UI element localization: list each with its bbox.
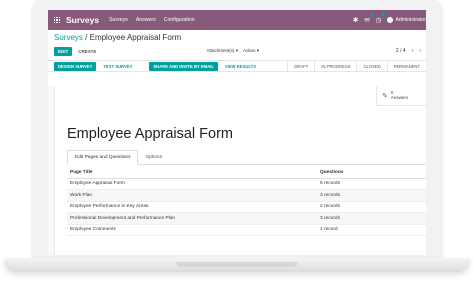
avatar — [387, 17, 394, 23]
tab-edit-pages[interactable]: Edit Pages and Questions — [67, 150, 139, 165]
pager: 2 / 4 ‹ › — [396, 48, 421, 54]
activity-badge: · — [382, 13, 386, 17]
clock-icon[interactable]: ◷ · — [376, 13, 386, 24]
menu-configuration[interactable]: Configuration — [164, 17, 195, 23]
form-sheet: ✎ 0 Answers Employee Appraisal Form Edit… — [54, 86, 426, 255]
page-title-cell: Employee Appraisal Form — [67, 178, 317, 190]
apps-menu-icon[interactable] — [48, 10, 66, 30]
stage-selector: DRAFT IN PROGRESS CLOSED PERMANENT — [287, 60, 426, 72]
table-row[interactable]: Employee Appraisal Form 5 records — [67, 178, 426, 190]
menu-surveys[interactable]: Surveys — [109, 17, 128, 23]
table-row[interactable]: Employee Comments 1 record — [67, 224, 426, 236]
table-row[interactable]: Professional Development and Performance… — [67, 212, 426, 225]
table-row[interactable]: Work Plan 3 records — [67, 189, 426, 202]
chat-icon[interactable]: ✉ · — [364, 13, 374, 24]
pages-table: Page Title Questions Employee Appraisal … — [67, 168, 426, 236]
pager-previous-icon[interactable]: ‹ — [412, 48, 414, 54]
share-invite-button[interactable]: SHARE AND INVITE BY EMAIL — [149, 61, 218, 71]
questions-cell: 2 records — [317, 201, 426, 213]
laptop-notch — [176, 262, 298, 267]
table-header-row: Page Title Questions — [67, 168, 426, 179]
create-button[interactable]: CREATE — [78, 49, 96, 54]
pager-value[interactable]: 2 / 4 — [396, 48, 406, 54]
column-questions[interactable]: Questions — [317, 168, 426, 179]
control-panel: Surveys / Employee Appraisal Form EDIT C… — [48, 30, 426, 58]
test-survey-button[interactable]: TEST SURVEY — [99, 62, 136, 71]
page-title-cell: Employee Performance in Key Areas — [67, 201, 317, 213]
attachments-dropdown[interactable]: Attachment(s) ▾ — [206, 48, 238, 54]
view-results-button[interactable]: VIEW RESULTS — [221, 62, 260, 71]
app-brand[interactable]: Surveys — [66, 15, 99, 25]
chat-badge: · — [370, 13, 374, 17]
stage-in-progress[interactable]: IN PROGRESS — [314, 60, 356, 72]
edit-button[interactable]: EDIT — [54, 46, 73, 56]
form-notebook-tabs: Edit Pages and Questions Options — [67, 150, 426, 165]
questions-cell: 5 records — [317, 178, 426, 190]
stage-permanent[interactable]: PERMANENT — [386, 60, 426, 72]
user-name: Administrator — [395, 17, 426, 23]
stage-closed[interactable]: CLOSED — [356, 60, 386, 72]
edit-icon: ✎ — [382, 92, 388, 100]
user-menu[interactable]: Administrator — [387, 17, 426, 23]
control-buttons-row: EDIT CREATE Attachment(s) ▾ Action ▾ 2 /… — [54, 44, 421, 58]
questions-cell: 1 record — [317, 224, 426, 236]
breadcrumb-separator: / — [85, 33, 88, 42]
breadcrumb-parent[interactable]: Surveys — [54, 33, 83, 42]
design-survey-button[interactable]: DESIGN SURVEY — [54, 61, 97, 71]
top-navbar: Surveys Surveys Answers Configuration ✱ … — [48, 10, 426, 30]
menu-answers[interactable]: Answers — [136, 17, 156, 23]
bug-icon[interactable]: ✱ — [353, 16, 358, 24]
tab-options[interactable]: Options — [138, 150, 169, 164]
breadcrumb-current: Employee Appraisal Form — [89, 33, 182, 42]
action-dropdown[interactable]: Action ▾ — [243, 48, 259, 54]
stat-text: 0 Answers — [390, 90, 409, 101]
stage-draft[interactable]: DRAFT — [287, 60, 314, 72]
stat-label: Answers — [390, 94, 409, 100]
sidebar-actions: Attachment(s) ▾ Action ▾ — [206, 48, 259, 54]
systray: ✱ ✉ · ◷ · Administrator — [353, 13, 426, 24]
column-page-title[interactable]: Page Title — [67, 168, 317, 179]
breadcrumb: Surveys / Employee Appraisal Form — [54, 33, 421, 44]
laptop-frame: Surveys Surveys Answers Configuration ✱ … — [0, 0, 474, 292]
questions-cell: 3 records — [317, 212, 426, 225]
page-title-cell: Employee Comments — [67, 224, 317, 236]
form-statusbar: DESIGN SURVEY TEST SURVEY SHARE AND INVI… — [48, 60, 426, 72]
form-title: Employee Appraisal Form — [67, 126, 234, 142]
questions-cell: 3 records — [317, 189, 426, 202]
page-title-cell: Work Plan — [67, 189, 317, 202]
app-screen: Surveys Surveys Answers Configuration ✱ … — [48, 10, 426, 255]
answers-stat-button[interactable]: ✎ 0 Answers — [376, 86, 426, 106]
pager-next-icon[interactable]: › — [419, 48, 421, 54]
table-row[interactable]: Employee Performance in Key Areas 2 reco… — [67, 201, 426, 213]
page-title-cell: Professional Development and Performance… — [67, 212, 317, 225]
